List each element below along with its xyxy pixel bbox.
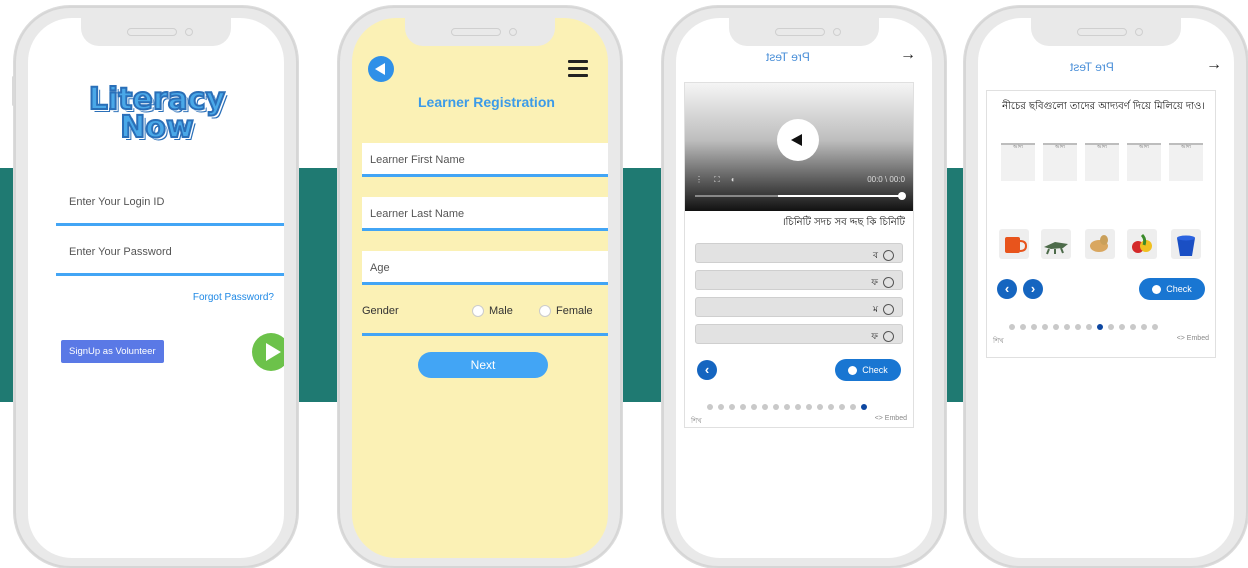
phone-pretest-match: Pre Test → নীচের ছবিগুলো তাদের আদ্যবর্ণ … xyxy=(964,6,1248,568)
prev-button[interactable]: ‹ xyxy=(697,360,717,380)
forward-arrow-icon[interactable]: → xyxy=(900,46,916,64)
gender-label: Gender xyxy=(362,305,399,317)
answer-slot[interactable]: আদ্য xyxy=(1085,143,1119,181)
phone-side-button xyxy=(12,76,15,106)
literacy-now-logo: Literacy Now xyxy=(88,82,226,145)
back-arrow-icon[interactable] xyxy=(368,56,394,82)
hamburger-menu-icon[interactable] xyxy=(568,60,588,77)
page-title: Pre Test xyxy=(766,50,810,64)
fruit-icon[interactable] xyxy=(1127,229,1157,259)
question-text: ।চিনিটি সদচ সব দ্দছ কি চিনিটি xyxy=(781,217,905,228)
footer-label: শিখ xyxy=(691,418,702,425)
question-text: নীচের ছবিগুলো তাদের আদ্যবর্ণ দিয়ে মিলিয… xyxy=(1002,101,1205,112)
check-button[interactable]: Check xyxy=(1139,278,1205,300)
option-4[interactable]: ফ xyxy=(695,324,903,344)
pretest-audio-screen: Pre Test → ⋮ ⛶ ◐ 00:0 \ 00:0 ।চিনিটি সদচ… xyxy=(676,18,932,558)
option-1[interactable]: ব xyxy=(695,243,903,263)
content-frame: নীচের ছবিগুলো তাদের আদ্যবর্ণ দিয়ে মিলিয… xyxy=(986,90,1216,358)
login-id-placeholder: Enter Your Login ID xyxy=(69,196,165,208)
first-name-input[interactable]: Learner First Name xyxy=(362,143,608,177)
answer-slot[interactable]: আদ্য xyxy=(1169,143,1203,181)
phone-notch xyxy=(1031,18,1181,46)
registration-screen: Learner Registration Learner First Name … xyxy=(352,18,608,558)
password-placeholder: Enter Your Password xyxy=(69,246,172,258)
gender-row: Gender Male Female xyxy=(362,305,608,336)
phone-login: Literacy Now Enter Your Login ID Enter Y… xyxy=(12,6,298,568)
pretest-match-screen: Pre Test → নীচের ছবিগুলো তাদের আদ্যবর্ণ … xyxy=(978,18,1234,558)
phone-notch xyxy=(405,18,555,46)
option-2[interactable]: ফ xyxy=(695,270,903,290)
check-button[interactable]: Check xyxy=(835,359,901,381)
login-id-field[interactable]: Enter Your Login ID xyxy=(56,196,284,226)
answer-slot[interactable]: আদ্য xyxy=(1043,143,1077,181)
video-play-icon[interactable] xyxy=(777,119,819,161)
age-input[interactable]: Age xyxy=(362,251,608,285)
signup-volunteer-button[interactable]: SignUp as Volunteer xyxy=(61,340,164,363)
mug-icon[interactable] xyxy=(999,229,1029,259)
option-3[interactable]: ম xyxy=(695,297,903,317)
phone-notch xyxy=(729,18,879,46)
content-frame: ⋮ ⛶ ◐ 00:0 \ 00:0 ।চিনিটি সদচ সব দ্দছ কি… xyxy=(684,82,914,428)
page-title: Pre Test xyxy=(1070,60,1114,74)
gender-option-female[interactable]: Female xyxy=(539,305,593,318)
radio-female[interactable] xyxy=(539,305,551,318)
phone-notch xyxy=(81,18,231,46)
bucket-icon[interactable] xyxy=(1171,229,1201,259)
crocodile-icon[interactable] xyxy=(1041,229,1071,259)
video-controls-icons[interactable]: ⋮ ⛶ ◐ xyxy=(695,175,736,185)
login-screen: Literacy Now Enter Your Login ID Enter Y… xyxy=(28,18,284,558)
ginger-icon[interactable] xyxy=(1085,229,1115,259)
page-title: Learner Registration xyxy=(418,94,555,110)
video-time: 00:0 \ 00:0 xyxy=(867,175,905,184)
forgot-password-link[interactable]: Forgot Password? xyxy=(193,292,274,303)
next-arrow-button[interactable]: › xyxy=(1023,279,1043,299)
last-name-input[interactable]: Learner Last Name xyxy=(362,197,608,231)
answer-slot[interactable]: আদ্য xyxy=(1001,143,1035,181)
radio-male[interactable] xyxy=(472,305,484,318)
embed-link[interactable]: <> Embed xyxy=(875,415,907,422)
footer-label: শিখ xyxy=(993,338,1004,345)
phone-registration: Learner Registration Learner First Name … xyxy=(338,6,622,568)
play-circle-icon[interactable] xyxy=(252,333,284,371)
password-field[interactable]: Enter Your Password xyxy=(56,246,284,276)
answer-slot[interactable]: আদ্য xyxy=(1127,143,1161,181)
pagination-dots[interactable] xyxy=(707,397,872,410)
next-button[interactable]: Next xyxy=(418,352,548,378)
pagination-dots[interactable] xyxy=(1009,317,1163,330)
gender-option-male[interactable]: Male xyxy=(472,305,513,318)
phone-pretest-audio: Pre Test → ⋮ ⛶ ◐ 00:0 \ 00:0 ।চিনিটি সদচ… xyxy=(662,6,946,568)
prev-button[interactable]: ‹ xyxy=(997,279,1017,299)
embed-link[interactable]: <> Embed xyxy=(1177,335,1209,342)
video-progress-bar[interactable] xyxy=(695,192,906,200)
video-player[interactable]: ⋮ ⛶ ◐ 00:0 \ 00:0 xyxy=(685,83,913,211)
forward-arrow-icon[interactable]: → xyxy=(1206,56,1222,74)
